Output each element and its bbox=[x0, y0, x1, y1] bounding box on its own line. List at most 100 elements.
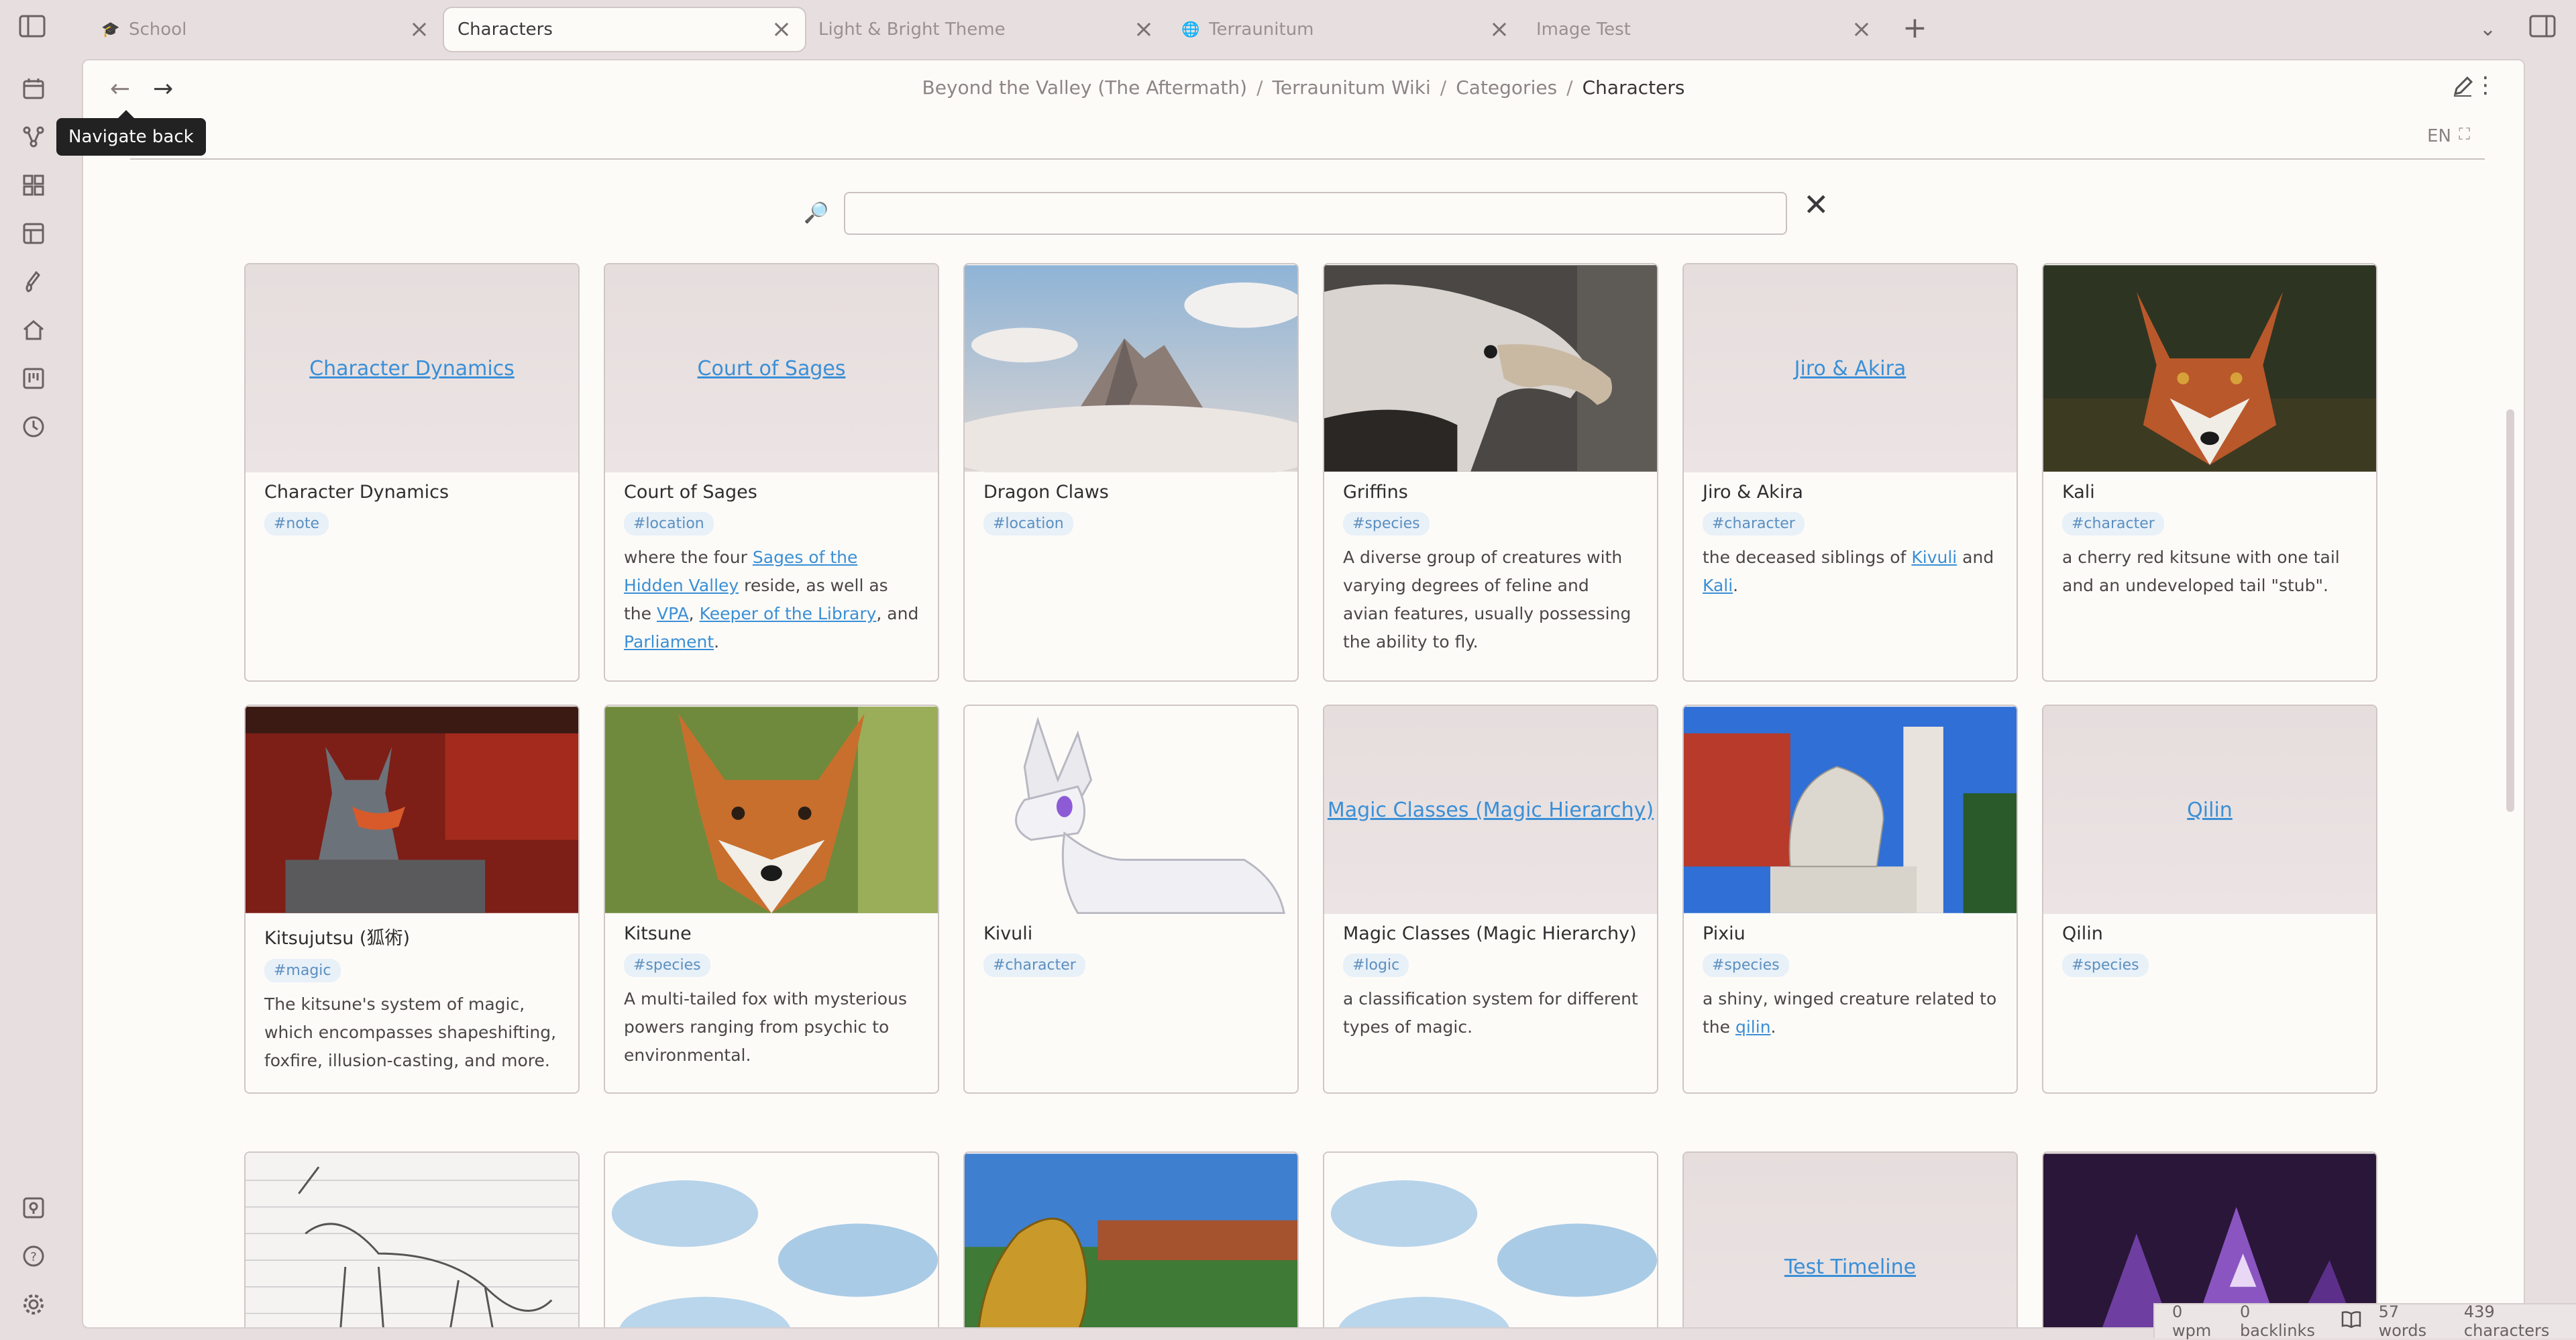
tab-list-chevron-down-icon[interactable]: ⌄ bbox=[2479, 17, 2496, 41]
card-clouds-1[interactable] bbox=[604, 1151, 939, 1327]
main-pane: ← → Beyond the Valley (The Aftermath) / Te… bbox=[82, 59, 2525, 1329]
tab-school[interactable]: 🎓 School × bbox=[87, 7, 443, 52]
card-title[interactable]: Jiro & Akira bbox=[1703, 482, 1998, 503]
card-title[interactable]: Dragon Claws bbox=[983, 482, 1279, 503]
tag-badge[interactable]: #species bbox=[1703, 954, 1789, 977]
close-icon[interactable]: × bbox=[1134, 17, 1154, 42]
card-court-of-sages[interactable]: Court of Sages Court of Sages #location … bbox=[604, 263, 939, 682]
search-input[interactable] bbox=[844, 192, 1787, 235]
card-pixiu[interactable]: Pixiu #species a shiny, winged creature … bbox=[1682, 705, 2018, 1094]
card-kitsune[interactable]: Kitsune #species A multi-tailed fox with… bbox=[604, 705, 939, 1094]
help-icon[interactable]: ? bbox=[20, 1243, 47, 1270]
link-vpa[interactable]: VPA bbox=[657, 604, 689, 623]
right-sidebar-toggle-icon[interactable] bbox=[2529, 15, 2556, 40]
kanban-icon[interactable] bbox=[20, 365, 47, 392]
new-tab-icon[interactable]: + bbox=[1902, 13, 1927, 43]
brush-icon[interactable] bbox=[20, 268, 47, 295]
card-kivuli[interactable]: Kivuli #character bbox=[963, 705, 1299, 1094]
vault-icon[interactable] bbox=[20, 1194, 47, 1221]
graph-view-icon[interactable] bbox=[20, 123, 47, 150]
tab-terraunitum[interactable]: 🌐 Terraunitum × bbox=[1167, 7, 1523, 52]
scrollbar[interactable] bbox=[2506, 409, 2514, 812]
edit-pencil-icon[interactable] bbox=[2451, 75, 2474, 101]
tab-characters[interactable]: Characters × bbox=[443, 7, 806, 52]
card-sketch[interactable] bbox=[244, 1151, 580, 1327]
card-title[interactable]: Kitsune bbox=[624, 923, 919, 944]
card-kali[interactable]: Kali #character a cherry red kitsune wit… bbox=[2042, 263, 2377, 682]
backlinks-counter[interactable]: 0 backlinks bbox=[2240, 1302, 2324, 1340]
clear-search-icon[interactable]: ✕ bbox=[1803, 189, 1829, 220]
card-character-dynamics[interactable]: Character Dynamics Character Dynamics #n… bbox=[244, 263, 580, 682]
link-qilin[interactable]: qilin bbox=[1735, 1017, 1771, 1037]
tag-badge[interactable]: #note bbox=[264, 512, 329, 535]
card-thumb-link[interactable]: Character Dynamics bbox=[309, 357, 515, 380]
tag-badge[interactable]: #species bbox=[2062, 954, 2149, 977]
breadcrumb-item[interactable]: Terraunitum Wiki bbox=[1273, 76, 1431, 99]
card-dragon-claws[interactable]: Dragon Claws #location bbox=[963, 263, 1299, 682]
link-kali[interactable]: Kali bbox=[1703, 576, 1733, 595]
character-count: 439 characters bbox=[2463, 1302, 2550, 1340]
clock-icon[interactable] bbox=[20, 413, 47, 440]
card-thumbnail: Court of Sages bbox=[605, 264, 938, 472]
tag-badge[interactable]: #character bbox=[2062, 512, 2164, 535]
close-icon[interactable]: × bbox=[771, 17, 792, 42]
card-griffins[interactable]: Griffins #species A diverse group of cre… bbox=[1323, 263, 1658, 682]
card-thumb-link[interactable]: Test Timeline bbox=[1784, 1255, 1916, 1279]
calendar-icon[interactable] bbox=[20, 75, 47, 102]
breadcrumb-item[interactable]: Categories bbox=[1456, 76, 1557, 99]
card-title[interactable]: Magic Classes (Magic Hierarchy) bbox=[1343, 923, 1638, 944]
more-options-icon[interactable]: ⋮ bbox=[2474, 74, 2497, 97]
tab-image-test[interactable]: Image Test × bbox=[1523, 7, 1885, 52]
card-clouds-2[interactable] bbox=[1323, 1151, 1658, 1327]
link-parliament[interactable]: Parliament bbox=[624, 632, 714, 652]
card-description: a cherry red kitsune with one tail and a… bbox=[2062, 548, 2340, 595]
card-title[interactable]: Griffins bbox=[1343, 482, 1638, 503]
clouds-image bbox=[605, 1153, 938, 1327]
tag-badge[interactable]: #location bbox=[983, 512, 1073, 535]
language-indicator[interactable]: EN bbox=[2427, 126, 2451, 146]
card-title[interactable]: Kali bbox=[2062, 482, 2357, 503]
card-description: a classification system for different ty… bbox=[1343, 989, 1638, 1037]
tag-badge[interactable]: #character bbox=[1703, 512, 1805, 535]
tag-badge[interactable]: #logic bbox=[1343, 954, 1409, 977]
breadcrumb-current[interactable]: Characters bbox=[1582, 76, 1685, 99]
dashboard-icon[interactable] bbox=[20, 172, 47, 199]
card-magic-classes[interactable]: Magic Classes (Magic Hierarchy) Magic Cl… bbox=[1323, 705, 1658, 1094]
card-description: where the four Sages of the Hidden Valle… bbox=[624, 548, 919, 652]
card-title[interactable]: Pixiu bbox=[1703, 923, 1998, 944]
tag-badge[interactable]: #species bbox=[1343, 512, 1430, 535]
close-icon[interactable]: × bbox=[1489, 17, 1509, 42]
tag-badge[interactable]: #location bbox=[624, 512, 714, 535]
search-icon: 🔎 bbox=[804, 201, 829, 225]
card-kitsujutsu[interactable]: Kitsujutsu (狐術) #magic The kitsune's sys… bbox=[244, 705, 580, 1094]
card-title[interactable]: Character Dynamics bbox=[264, 482, 559, 503]
close-icon[interactable]: × bbox=[409, 17, 429, 42]
card-thumb-link[interactable]: Jiro & Akira bbox=[1794, 357, 1907, 380]
golden-dragon-image bbox=[965, 1153, 1297, 1327]
tab-light-bright-theme[interactable]: Light & Bright Theme × bbox=[805, 7, 1167, 52]
card-thumb-link[interactable]: Qilin bbox=[2187, 798, 2233, 822]
card-thumb-link[interactable]: Court of Sages bbox=[698, 357, 846, 380]
expand-icon[interactable]: ⛶ bbox=[2459, 125, 2470, 144]
card-golden-dragon[interactable] bbox=[963, 1151, 1299, 1327]
close-icon[interactable]: × bbox=[1851, 17, 1872, 42]
link-kivuli[interactable]: Kivuli bbox=[1911, 548, 1957, 567]
card-title[interactable]: Kivuli bbox=[983, 923, 1279, 944]
card-jiro-akira[interactable]: Jiro & Akira Jiro & Akira #character the… bbox=[1682, 263, 2018, 682]
left-sidebar-toggle-icon[interactable] bbox=[19, 15, 46, 40]
layout-icon[interactable] bbox=[20, 220, 47, 247]
tag-badge[interactable]: #magic bbox=[264, 959, 341, 982]
card-test-timeline[interactable]: Test Timeline bbox=[1682, 1151, 2018, 1327]
tag-badge[interactable]: #species bbox=[624, 954, 710, 977]
card-thumb-link[interactable]: Magic Classes (Magic Hierarchy) bbox=[1328, 798, 1654, 822]
settings-gear-icon[interactable] bbox=[20, 1291, 47, 1318]
breadcrumb-item[interactable]: Beyond the Valley (The Aftermath) bbox=[922, 76, 1248, 99]
tag-badge[interactable]: #character bbox=[983, 954, 1085, 977]
link-keeper-of-the-library[interactable]: Keeper of the Library bbox=[700, 604, 877, 623]
home-icon[interactable] bbox=[20, 317, 47, 344]
card-title[interactable]: Qilin bbox=[2062, 923, 2357, 944]
card-qilin[interactable]: Qilin Qilin #species bbox=[2042, 705, 2377, 1094]
card-thumbnail: Magic Classes (Magic Hierarchy) bbox=[1324, 706, 1657, 914]
card-title[interactable]: Kitsujutsu (狐術) bbox=[264, 923, 559, 949]
card-title[interactable]: Court of Sages bbox=[624, 482, 919, 503]
